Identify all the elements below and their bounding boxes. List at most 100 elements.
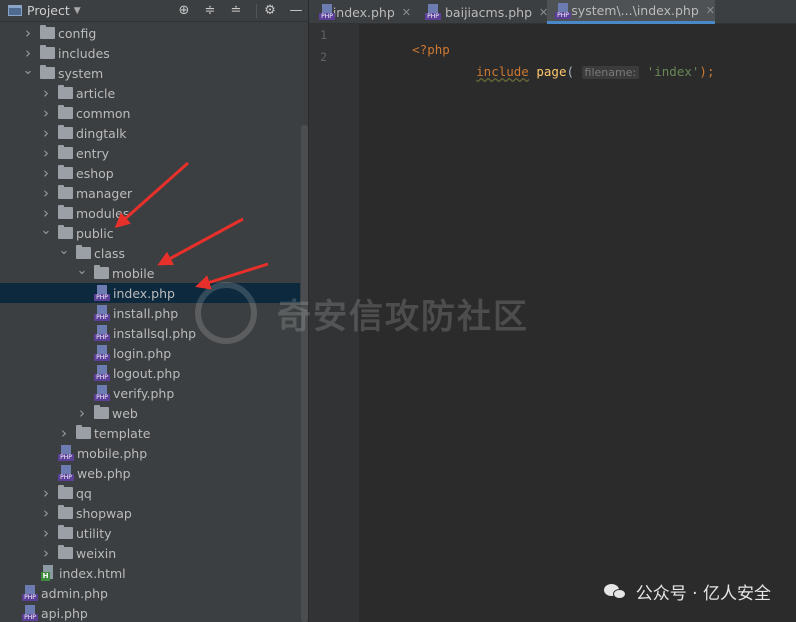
tab-index-php[interactable]: PHP index.php ✕ — [311, 0, 411, 24]
tree-item-system[interactable]: ⌄ system — [0, 63, 300, 83]
expand-all-icon[interactable]: ≑ — [202, 3, 218, 19]
chevron-right-icon[interactable]: › — [40, 204, 52, 222]
tree-item-weixin[interactable]: › weixin — [0, 543, 300, 563]
tree-item-includes[interactable]: › includes — [0, 43, 300, 63]
tree-item-label: qq — [76, 485, 92, 501]
tree-item-eshop[interactable]: › eshop — [0, 163, 300, 183]
tree-item-label: template — [94, 425, 151, 441]
editor-tabs: PHP index.php ✕ PHP baijiacms.php ✕ PHP … — [309, 0, 796, 24]
folder-icon — [58, 125, 73, 139]
tree-item-api-php[interactable]: PHP api.php — [0, 603, 300, 622]
tree-scrollbar[interactable] — [301, 125, 308, 622]
close-icon[interactable]: ✕ — [706, 4, 715, 17]
chevron-right-icon[interactable]: › — [40, 84, 52, 102]
tree-item-label: config — [58, 25, 97, 41]
tree-item-public[interactable]: ⌄ public — [0, 223, 300, 243]
tab-system-index-php[interactable]: PHP system\...\index.php ✕ — [547, 0, 715, 24]
tree-item-verify-php[interactable]: PHP verify.php — [0, 383, 300, 403]
tree-item-modules[interactable]: › modules — [0, 203, 300, 223]
folder-icon — [58, 105, 73, 119]
watermark-text: 奇安信攻防社区 — [277, 296, 529, 337]
chevron-right-icon[interactable]: › — [22, 24, 34, 42]
chevron-right-icon[interactable]: › — [76, 404, 88, 422]
php-file-icon: PHP — [94, 365, 110, 381]
tree-item-label: mobile.php — [77, 445, 148, 461]
php-file-icon: PHP — [94, 285, 110, 301]
php-file-icon: PHP — [94, 345, 110, 361]
tree-item-logout-php[interactable]: PHP logout.php — [0, 363, 300, 383]
tab-baijiacms-php[interactable]: PHP baijiacms.php ✕ — [417, 0, 549, 24]
tree-item-index-html[interactable]: Hindex.html — [0, 563, 300, 583]
line-number: 2 — [320, 50, 327, 64]
tree-item-login-php[interactable]: PHP login.php — [0, 343, 300, 363]
tree-item-article[interactable]: › article — [0, 83, 300, 103]
tree-item-mobile[interactable]: ⌄ mobile — [0, 263, 300, 283]
folder-icon — [94, 265, 109, 279]
folder-icon — [58, 185, 73, 199]
php-file-icon: PHP — [555, 2, 571, 19]
chevron-down-icon[interactable]: ▼ — [74, 6, 81, 16]
tree-item-label: admin.php — [41, 585, 108, 601]
chevron-right-icon[interactable]: › — [40, 124, 52, 142]
chevron-down-icon[interactable]: ⌄ — [76, 263, 88, 278]
tree-item-label: installsql.php — [113, 325, 197, 341]
folder-icon — [58, 85, 73, 99]
tree-item-mobile-php[interactable]: PHP mobile.php — [0, 443, 300, 463]
folder-icon — [40, 65, 55, 79]
tree-item-label: logout.php — [113, 365, 181, 381]
tree-item-label: entry — [76, 145, 110, 161]
php-file-icon: PHP — [58, 445, 74, 461]
tree-item-class[interactable]: ⌄ class — [0, 243, 300, 263]
folder-icon — [76, 245, 91, 259]
chevron-right-icon[interactable]: › — [40, 164, 52, 182]
folder-icon — [58, 485, 73, 499]
chevron-right-icon[interactable]: › — [58, 424, 70, 442]
chevron-right-icon[interactable]: › — [22, 44, 34, 62]
chevron-right-icon[interactable]: › — [40, 184, 52, 202]
php-file-icon: PHP — [58, 465, 74, 481]
chevron-right-icon[interactable]: › — [40, 104, 52, 122]
header-divider — [256, 4, 257, 18]
tree-item-qq[interactable]: › qq — [0, 483, 300, 503]
tree-item-template[interactable]: › template — [0, 423, 300, 443]
chevron-right-icon[interactable]: › — [40, 504, 52, 522]
tree-item-manager[interactable]: › manager — [0, 183, 300, 203]
tree-item-label: index.php — [113, 285, 175, 301]
chevron-down-icon[interactable]: ⌄ — [58, 243, 70, 258]
gear-icon[interactable]: ⚙ — [262, 3, 278, 19]
php-file-icon: PHP — [22, 585, 38, 601]
collapse-all-icon[interactable]: ≐ — [228, 3, 244, 19]
php-file-icon: PHP — [22, 605, 38, 621]
chevron-right-icon[interactable]: › — [40, 524, 52, 542]
include-keyword: include — [476, 64, 529, 79]
tree-item-label: shopwap — [76, 505, 132, 521]
crosshair-icon[interactable]: ⊕ — [176, 3, 192, 19]
tree-item-label: common — [76, 105, 131, 121]
tree-item-admin-php[interactable]: PHP admin.php — [0, 583, 300, 603]
watermark: 奇安信攻防社区 — [195, 282, 529, 344]
tree-item-web[interactable]: › web — [0, 403, 300, 423]
tab-label: index.php — [332, 4, 395, 20]
chevron-down-icon[interactable]: ⌄ — [40, 223, 52, 238]
project-title[interactable]: Project — [27, 3, 70, 18]
tree-item-label: login.php — [113, 345, 172, 361]
tree-item-config[interactable]: › config — [0, 23, 300, 43]
tree-item-common[interactable]: › common — [0, 103, 300, 123]
chevron-right-icon[interactable]: › — [40, 144, 52, 162]
close-icon[interactable]: ✕ — [402, 6, 411, 19]
tree-item-web-php[interactable]: PHP web.php — [0, 463, 300, 483]
tree-item-entry[interactable]: › entry — [0, 143, 300, 163]
tree-item-shopwap[interactable]: › shopwap — [0, 503, 300, 523]
php-file-icon: PHP — [94, 305, 110, 321]
watermark-logo-icon — [195, 282, 257, 344]
code-line-2: include page( filename: 'index'); — [431, 49, 714, 94]
chevron-down-icon[interactable]: ⌄ — [22, 63, 34, 78]
tree-item-utility[interactable]: › utility — [0, 523, 300, 543]
tree-item-label: web — [112, 405, 138, 421]
line-number: 1 — [320, 28, 327, 42]
chevron-right-icon[interactable]: › — [40, 484, 52, 502]
chevron-right-icon[interactable]: › — [40, 544, 52, 562]
minimize-icon[interactable]: — — [288, 3, 304, 19]
tree-item-label: class — [94, 245, 126, 261]
tree-item-dingtalk[interactable]: › dingtalk — [0, 123, 300, 143]
